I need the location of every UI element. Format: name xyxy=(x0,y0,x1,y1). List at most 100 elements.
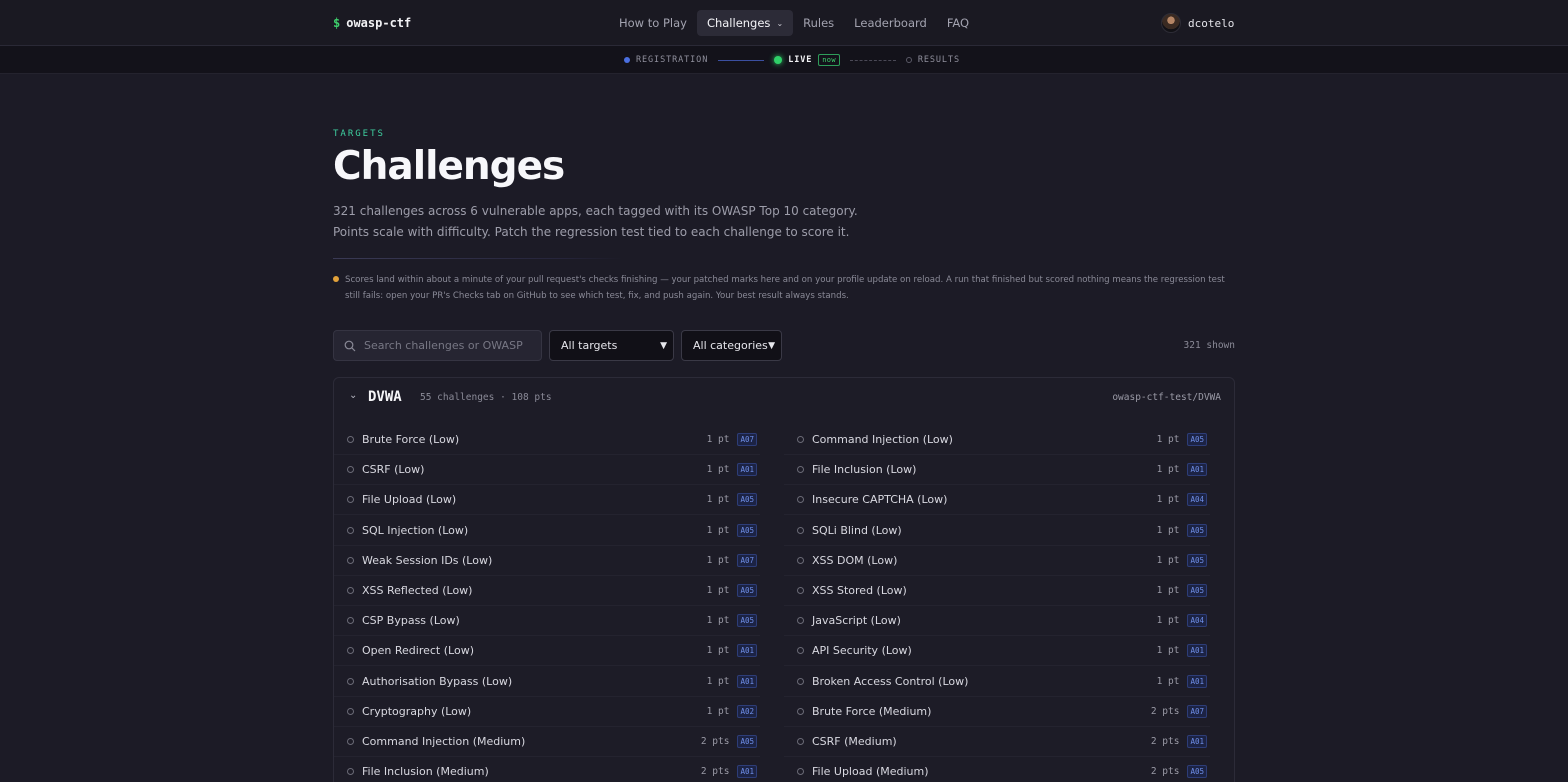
status-circle-icon xyxy=(347,677,354,685)
owasp-category-tag: A04 xyxy=(1187,614,1207,628)
challenge-row[interactable]: File Inclusion (Medium) 2 pts A01 xyxy=(334,757,760,782)
challenge-row[interactable]: Authorisation Bypass (Low) 1 pt A01 xyxy=(334,667,760,697)
status-circle-icon xyxy=(797,556,804,564)
phase-registration: REGISTRATION xyxy=(636,55,709,65)
search-icon xyxy=(344,340,356,351)
challenge-points: 1 pt xyxy=(706,585,730,596)
challenge-row[interactable]: Command Injection (Low) 1 pt A05 xyxy=(784,425,1210,455)
page-title: Challenges xyxy=(333,144,565,189)
owasp-category-tag: A05 xyxy=(1187,584,1207,597)
status-circle-icon xyxy=(347,617,354,625)
collapse-chevron-icon[interactable]: ⌄ xyxy=(349,390,357,401)
challenge-points: 1 pt xyxy=(1156,554,1180,566)
owasp-category-tag: A01 xyxy=(1187,644,1207,658)
chevron-down-icon: ▼ xyxy=(768,340,775,351)
status-circle-icon xyxy=(347,496,354,504)
owasp-category-tag: A05 xyxy=(737,523,757,537)
search-input[interactable] xyxy=(364,339,524,352)
owasp-category-tag: A01 xyxy=(737,765,757,779)
status-circle-icon xyxy=(797,617,804,625)
challenge-points: 1 pt xyxy=(1156,585,1180,596)
challenge-name: Open Redirect (Low) xyxy=(362,644,474,658)
owasp-category-tag: A05 xyxy=(1187,523,1207,537)
challenge-row[interactable]: CSRF (Low) 1 pt A01 xyxy=(334,455,760,486)
user-menu[interactable]: dcotelo xyxy=(1161,13,1234,33)
top-navbar: $ owasp-ctf How to Play Challenges ⌄ Rul… xyxy=(0,0,1568,46)
challenge-points: 1 pt xyxy=(706,494,730,506)
challenge-row[interactable]: JavaScript (Low) 1 pt A04 xyxy=(784,606,1210,637)
challenge-points: 1 pt xyxy=(1156,675,1180,687)
challenge-name: Command Injection (Low) xyxy=(812,433,953,446)
targets-select[interactable]: All targets ▼ xyxy=(549,330,674,361)
brand-logo[interactable]: $ owasp-ctf xyxy=(333,16,411,30)
status-circle-icon xyxy=(347,556,354,564)
status-circle-icon xyxy=(797,466,804,474)
challenge-name: SQL Injection (Low) xyxy=(362,523,469,537)
target-repo[interactable]: owasp-ctf-test/DVWA xyxy=(1112,392,1221,403)
status-circle-icon xyxy=(347,707,354,715)
challenge-row[interactable]: CSRF (Medium) 2 pts A01 xyxy=(784,727,1210,757)
challenge-row[interactable]: File Upload (Low) 1 pt A05 xyxy=(334,485,760,516)
challenge-row[interactable]: Cryptography (Low) 1 pt A02 xyxy=(334,697,760,727)
challenge-points: 2 pts xyxy=(1150,766,1180,778)
header-divider xyxy=(333,258,623,259)
target-card: ⌄ DVWA 55 challenges · 108 pts owasp-ctf… xyxy=(333,377,1235,782)
challenge-row[interactable]: Broken Access Control (Low) 1 pt A01 xyxy=(784,667,1210,697)
target-card-header[interactable]: ⌄ DVWA 55 challenges · 108 pts owasp-ctf… xyxy=(334,378,1234,418)
challenge-row[interactable]: Insecure CAPTCHA (Low) 1 pt A04 xyxy=(784,485,1210,516)
owasp-category-tag: A05 xyxy=(737,584,757,597)
challenge-row[interactable]: API Security (Low) 1 pt A01 xyxy=(784,636,1210,667)
challenge-points: 2 pts xyxy=(1150,736,1180,747)
nav-leaderboard[interactable]: Leaderboard xyxy=(844,10,937,36)
phase-results: RESULTS xyxy=(917,55,960,65)
nav-how-to-play[interactable]: How to Play xyxy=(609,10,697,36)
registration-dot-icon xyxy=(624,57,630,63)
owasp-category-tag: A05 xyxy=(737,614,757,628)
challenge-name: Command Injection (Medium) xyxy=(362,735,526,748)
owasp-category-tag: A04 xyxy=(1187,493,1207,507)
status-circle-icon xyxy=(797,768,804,776)
nav-rules-label: Rules xyxy=(803,16,835,30)
nav-faq[interactable]: FAQ xyxy=(937,10,979,36)
owasp-category-tag: A07 xyxy=(1187,704,1207,718)
status-circle-icon xyxy=(347,587,354,594)
challenge-name: Brute Force (Medium) xyxy=(812,704,932,718)
challenge-row[interactable]: SQL Injection (Low) 1 pt A05 xyxy=(334,516,760,546)
challenge-points: 1 pt xyxy=(1156,645,1180,657)
nav-leaderboard-label: Leaderboard xyxy=(854,16,927,30)
challenge-row[interactable]: Command Injection (Medium) 2 pts A05 xyxy=(334,727,760,757)
owasp-category-tag: A07 xyxy=(737,433,757,446)
main-nav: How to Play Challenges ⌄ Rules Leaderboa… xyxy=(609,10,979,36)
nav-faq-label: FAQ xyxy=(946,16,970,30)
challenge-row[interactable]: SQLi Blind (Low) 1 pt A05 xyxy=(784,516,1210,546)
categories-select[interactable]: All categories ▼ xyxy=(681,330,782,361)
owasp-category-tag: A07 xyxy=(737,553,757,567)
challenge-row[interactable]: XSS Reflected (Low) 1 pt A05 xyxy=(334,576,760,606)
challenge-name: Broken Access Control (Low) xyxy=(812,674,969,688)
status-circle-icon xyxy=(347,768,354,776)
challenge-name: File Upload (Medium) xyxy=(812,765,929,779)
challenge-points: 1 pt xyxy=(706,434,730,445)
challenge-row[interactable]: Weak Session IDs (Low) 1 pt A07 xyxy=(334,546,760,576)
challenge-name: CSRF (Low) xyxy=(362,463,425,477)
phase-live: LIVE xyxy=(788,55,813,65)
nav-challenges[interactable]: Challenges ⌄ xyxy=(696,10,794,36)
challenge-row[interactable]: Brute Force (Medium) 2 pts A07 xyxy=(784,697,1210,727)
challenge-row[interactable]: XSS DOM (Low) 1 pt A05 xyxy=(784,546,1210,576)
challenge-row[interactable]: CSP Bypass (Low) 1 pt A05 xyxy=(334,606,760,637)
status-circle-icon xyxy=(797,526,804,534)
owasp-category-tag: A05 xyxy=(1187,553,1207,567)
challenge-row[interactable]: Brute Force (Low) 1 pt A07 xyxy=(334,425,760,455)
challenge-row[interactable]: File Upload (Medium) 2 pts A05 xyxy=(784,757,1210,782)
challenge-name: File Inclusion (Low) xyxy=(812,463,917,477)
challenge-name: SQLi Blind (Low) xyxy=(812,523,902,537)
owasp-category-tag: A05 xyxy=(737,493,757,507)
notice-dot-icon xyxy=(333,276,339,282)
nav-rules[interactable]: Rules xyxy=(793,10,844,36)
categories-select-value: All categories xyxy=(693,339,768,352)
status-circle-icon xyxy=(347,436,354,443)
challenge-name: Authorisation Bypass (Low) xyxy=(362,674,513,688)
challenge-row[interactable]: Open Redirect (Low) 1 pt A01 xyxy=(334,636,760,667)
challenge-row[interactable]: File Inclusion (Low) 1 pt A01 xyxy=(784,455,1210,486)
challenge-row[interactable]: XSS Stored (Low) 1 pt A05 xyxy=(784,576,1210,606)
